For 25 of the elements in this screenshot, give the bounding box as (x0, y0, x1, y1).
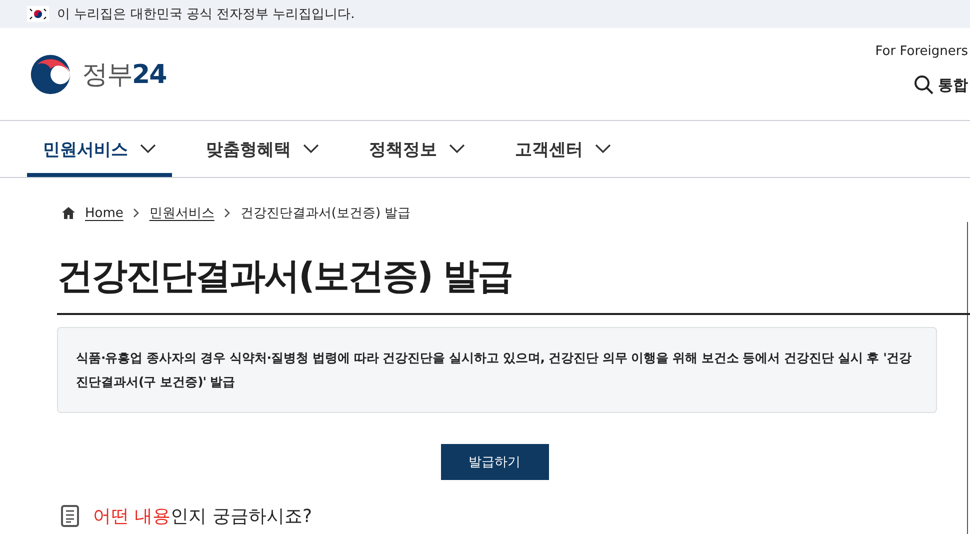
section-heading: 어떤 내용인지 궁금하시죠? (93, 505, 312, 528)
search-button[interactable]: 통합 (914, 75, 968, 95)
for-foreigners-link[interactable]: For Foreigners (875, 44, 968, 59)
document-icon (61, 505, 79, 527)
chevron-right-icon (224, 208, 230, 218)
breadcrumb-link[interactable]: 민원서비스 (149, 204, 214, 222)
chevron-down-icon (303, 144, 319, 154)
nav-tab[interactable]: 고객센터 (515, 121, 611, 177)
info-box: 식품·유흥업 종사자의 경우 식약처·질병청 법령에 따라 건강진단을 실시하고 있으며, 건강진단 의무 이행을 위해 보건소 등에서 건강진단 실시 후 '건강진단결과서(구 보건증)' 발급 (57, 327, 937, 413)
issue-button[interactable]: 발급하기 (440, 444, 548, 480)
breadcrumb-current: 건강진단결과서(보건증) 발급 (240, 205, 411, 222)
flag-icon (27, 6, 49, 22)
search-icon (914, 75, 934, 95)
breadcrumb-link[interactable]: Home (85, 206, 124, 220)
home-icon (62, 207, 75, 219)
page-title: 건강진단결과서(보건증) 발급 (57, 222, 970, 315)
logo-text[interactable]: 정부24 (82, 56, 166, 92)
chevron-down-icon (449, 144, 465, 154)
chevron-down-icon (595, 144, 611, 154)
nav-tab[interactable]: 맞춤형혜택 (206, 121, 319, 177)
chevron-right-icon (133, 208, 140, 218)
official-site-notice: 이 누리집은 대한민국 공식 전자정부 누리집입니다. (57, 6, 355, 23)
nav-tab[interactable]: 정책정보 (369, 121, 465, 177)
nav-tab[interactable]: 민원서비스 (27, 121, 172, 177)
chevron-down-icon (140, 144, 156, 154)
